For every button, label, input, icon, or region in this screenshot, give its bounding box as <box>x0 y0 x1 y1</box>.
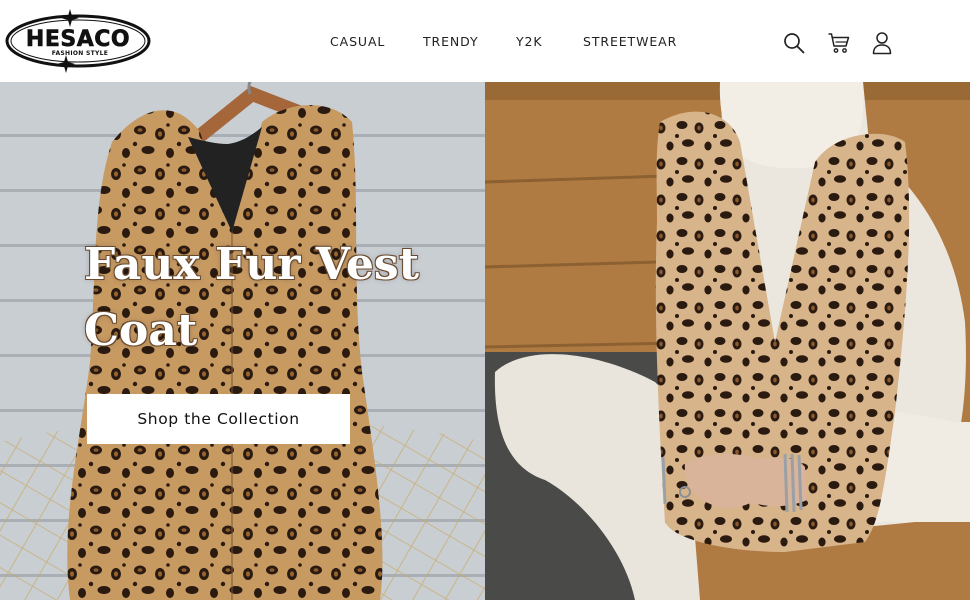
nav-item-trendy[interactable]: TRENDY <box>423 34 479 50</box>
hero-title-line-1: Faux Fur Vest <box>84 239 420 290</box>
site-header: HESACO FASHION STYLE CASUAL TRENDY Y2K S… <box>0 0 970 82</box>
hero-title-line-2: Coat <box>84 305 198 356</box>
account-button[interactable] <box>869 30 895 56</box>
nav-item-y2k[interactable]: Y2K <box>516 34 543 50</box>
account-icon <box>872 32 892 55</box>
hero-image-vest-hanger: Faux Fur Vest Coat Shop the Collection <box>0 82 485 600</box>
shop-collection-button[interactable]: Shop the Collection <box>87 394 350 444</box>
cart-icon <box>828 33 850 53</box>
cart-button[interactable] <box>826 30 852 56</box>
brand-tagline: FASHION STYLE <box>52 50 108 57</box>
nav-item-casual[interactable]: CASUAL <box>330 34 385 50</box>
nav-item-streetwear[interactable]: STREETWEAR <box>583 34 677 50</box>
main-nav: CASUAL TRENDY Y2K STREETWEAR <box>0 34 970 50</box>
hero-banner: Faux Fur Vest Coat Shop the Collection <box>0 82 970 600</box>
search-icon <box>784 33 805 54</box>
hero-title: Faux Fur Vest Coat <box>84 232 444 364</box>
search-button[interactable] <box>781 30 807 56</box>
hero-image-model <box>485 82 970 600</box>
model-wearing-vest-image <box>485 82 970 600</box>
